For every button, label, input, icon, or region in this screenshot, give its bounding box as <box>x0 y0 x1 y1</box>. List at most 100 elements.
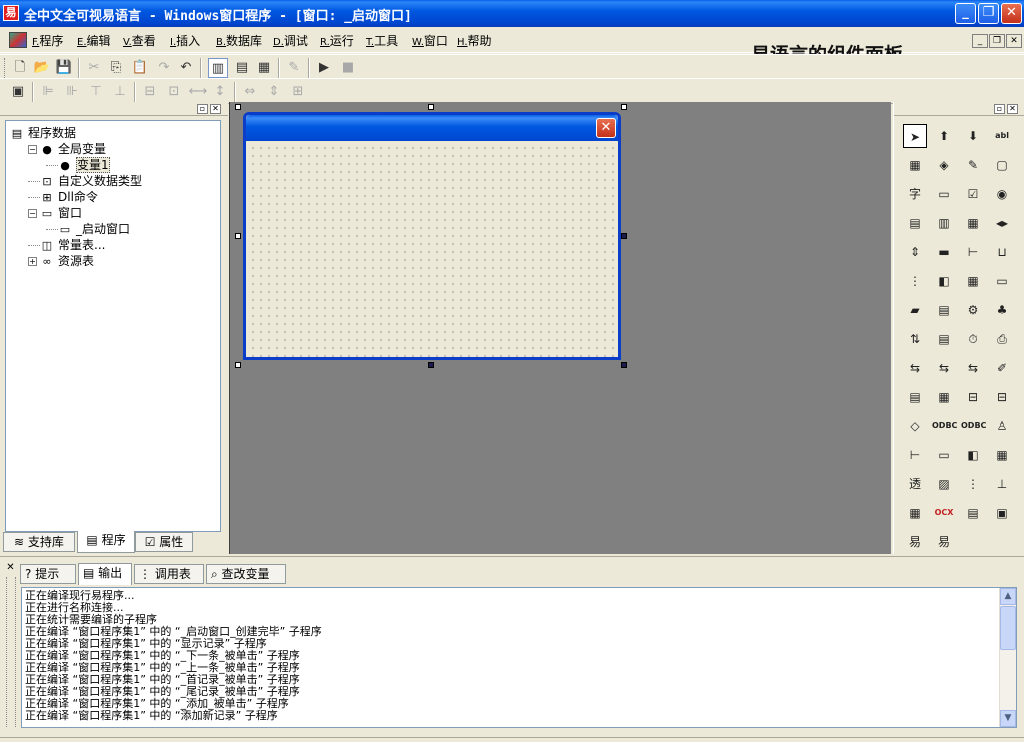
form-design-area[interactable]: ✕ <box>229 102 891 554</box>
component-tool-icon[interactable]: ⊟ <box>990 385 1014 409</box>
tree-item[interactable]: ▤ 程序数据 <box>10 125 76 141</box>
form-client-area[interactable] <box>246 141 618 357</box>
component-tool-icon[interactable]: ▭ <box>932 443 956 467</box>
component-tool-icon[interactable]: ▦ <box>961 211 985 235</box>
center-horizontal-icon[interactable]: ⊟ <box>140 82 160 102</box>
component-tool-icon[interactable]: ◉ <box>990 182 1014 206</box>
align-left-icon[interactable]: ⊫ <box>38 82 58 102</box>
layout-view-2-icon[interactable]: ▤ <box>232 58 252 78</box>
resize-handle-sw[interactable] <box>235 362 241 368</box>
component-tool-icon[interactable]: ⇕ <box>903 240 927 264</box>
app-icon[interactable]: 易 <box>3 5 19 21</box>
component-tool-icon[interactable]: OCX <box>932 501 956 525</box>
component-tool-icon[interactable]: ⇆ <box>961 356 985 380</box>
space-vertical-icon[interactable]: ↕ <box>210 82 230 102</box>
form-title-bar[interactable]: ✕ <box>246 115 618 141</box>
component-tool-icon[interactable]: 易 <box>903 530 927 554</box>
compile-icon[interactable]: ✎ <box>284 58 304 78</box>
tree-expander-icon[interactable]: − <box>28 145 37 154</box>
minimize-button[interactable]: _ <box>955 3 976 24</box>
component-tool-icon[interactable]: ◈ <box>932 153 956 177</box>
panel-restore-icon[interactable]: ▫ <box>197 104 208 114</box>
component-tool-icon[interactable]: ⇆ <box>932 356 956 380</box>
component-tool-icon[interactable]: ⋮ <box>961 472 985 496</box>
project-tree[interactable]: ▤ 程序数据 − ● 全局变量 ● 变量1 ⊡ 自定义数据类型 ⊞ Dll命令 − ▭ 窗口 ▭ _启动窗口 ◫… <box>5 120 221 532</box>
component-tool-icon[interactable]: ◧ <box>932 269 956 293</box>
tab-program[interactable]: ▤ 程序 <box>77 531 135 553</box>
component-tool-icon[interactable]: ▦ <box>932 385 956 409</box>
align-bottom-icon[interactable]: ⊥ <box>110 82 130 102</box>
same-height-icon[interactable]: ⇕ <box>264 82 284 102</box>
menu-item[interactable]: V.查看 <box>123 32 156 49</box>
tab-output[interactable]: ▤ 输出 <box>78 563 132 585</box>
component-tool-icon[interactable]: ODBC <box>932 414 957 438</box>
align-right-icon[interactable]: ⊪ <box>62 82 82 102</box>
document-icon[interactable] <box>9 32 27 48</box>
component-tool-icon[interactable]: ▦ <box>990 443 1014 467</box>
component-tool-icon[interactable]: 字 <box>903 182 927 206</box>
tree-expander-icon[interactable]: + <box>28 257 37 266</box>
component-tool-icon[interactable]: ⋮ <box>903 269 927 293</box>
component-tool-icon[interactable]: ▬ <box>932 240 956 264</box>
scroll-up-icon[interactable]: ▲ <box>1000 588 1016 605</box>
close-button[interactable]: ✕ <box>1001 3 1022 24</box>
output-scrollbar[interactable]: ▲ ▼ <box>999 588 1016 727</box>
resize-handle-ne[interactable] <box>621 104 627 110</box>
toolbar-grip[interactable] <box>4 58 7 78</box>
component-tool-icon[interactable]: ▢ <box>990 153 1014 177</box>
output-panel-close-icon[interactable]: ✕ <box>5 563 16 574</box>
component-tool-icon[interactable]: ODBC <box>961 414 986 438</box>
component-tool-icon[interactable]: ⊥ <box>990 472 1014 496</box>
tree-item[interactable]: − ▭ 窗口 <box>28 205 82 221</box>
tree-expander-icon[interactable]: − <box>28 209 37 218</box>
startup-form[interactable]: ✕ <box>243 112 621 360</box>
redo-icon[interactable]: ↷ <box>154 58 174 78</box>
mdi-close-button[interactable]: ✕ <box>1006 34 1022 48</box>
same-width-icon[interactable]: ⇔ <box>240 82 260 102</box>
component-tool-icon[interactable]: ▤ <box>903 385 927 409</box>
output-log[interactable]: 正在编译现行易程序... 正在进行名称连接... 正在统计需要编译的子程序 正在编译 … <box>21 587 1017 728</box>
menu-item[interactable]: H.帮助 <box>457 32 492 49</box>
scroll-down-icon[interactable]: ▼ <box>1000 710 1016 727</box>
tab-call-stack[interactable]: ⋮ 调用表 <box>134 564 204 584</box>
component-tool-icon[interactable]: ⊟ <box>961 385 985 409</box>
component-tool-icon[interactable]: ◇ <box>903 414 927 438</box>
run-icon[interactable]: ▶ <box>314 58 334 78</box>
panel-close-icon[interactable]: ✕ <box>1007 104 1018 114</box>
scroll-thumb[interactable] <box>1000 606 1016 650</box>
component-tool-icon[interactable]: ➤ <box>903 124 927 148</box>
tab-properties[interactable]: ☑ 属性 <box>135 532 193 552</box>
tab-hint[interactable]: ? 提示 <box>20 564 76 584</box>
component-tool-icon[interactable]: ⊢ <box>903 443 927 467</box>
component-tool-icon[interactable]: ▦ <box>903 501 927 525</box>
component-tool-icon[interactable]: ▦ <box>903 153 927 177</box>
component-tool-icon[interactable]: ▤ <box>903 211 927 235</box>
resize-handle-nw[interactable] <box>235 104 241 110</box>
layout-view-1-icon[interactable]: ▥ <box>208 58 228 78</box>
stop-icon[interactable]: ■ <box>338 58 358 78</box>
tree-item[interactable]: − ● 全局变量 <box>28 141 106 157</box>
menu-item[interactable]: R.运行 <box>320 32 354 49</box>
menu-item[interactable]: B.数据库 <box>216 32 262 49</box>
panel-close-icon[interactable]: ✕ <box>210 104 221 114</box>
component-tool-icon[interactable]: ▤ <box>932 298 956 322</box>
tree-item[interactable]: + ∞ 资源表 <box>28 253 94 269</box>
component-tool-icon[interactable]: ⇅ <box>903 327 927 351</box>
mdi-minimize-button[interactable]: _ <box>972 34 988 48</box>
open-folder-icon[interactable]: 📂 <box>32 58 52 78</box>
component-tool-icon[interactable]: ⎙ <box>990 327 1014 351</box>
component-tool-icon[interactable]: ⊔ <box>990 240 1014 264</box>
menu-item[interactable]: I.插入 <box>170 32 200 49</box>
undo-icon[interactable]: ↶ <box>176 58 196 78</box>
component-tool-icon[interactable]: ▰ <box>903 298 927 322</box>
center-vertical-icon[interactable]: ⊡ <box>164 82 184 102</box>
space-horizontal-icon[interactable]: ⟷ <box>188 82 208 102</box>
resize-handle-n[interactable] <box>428 104 434 110</box>
cut-icon[interactable]: ✂ <box>84 58 104 78</box>
component-tool-icon[interactable]: ▤ <box>961 501 985 525</box>
component-tool-icon[interactable]: ⇆ <box>903 356 927 380</box>
resize-handle-w[interactable] <box>235 233 241 239</box>
component-tool-icon[interactable]: ☑ <box>961 182 985 206</box>
component-tool-icon[interactable]: ▨ <box>932 472 956 496</box>
menu-item[interactable]: T.工具 <box>366 32 398 49</box>
